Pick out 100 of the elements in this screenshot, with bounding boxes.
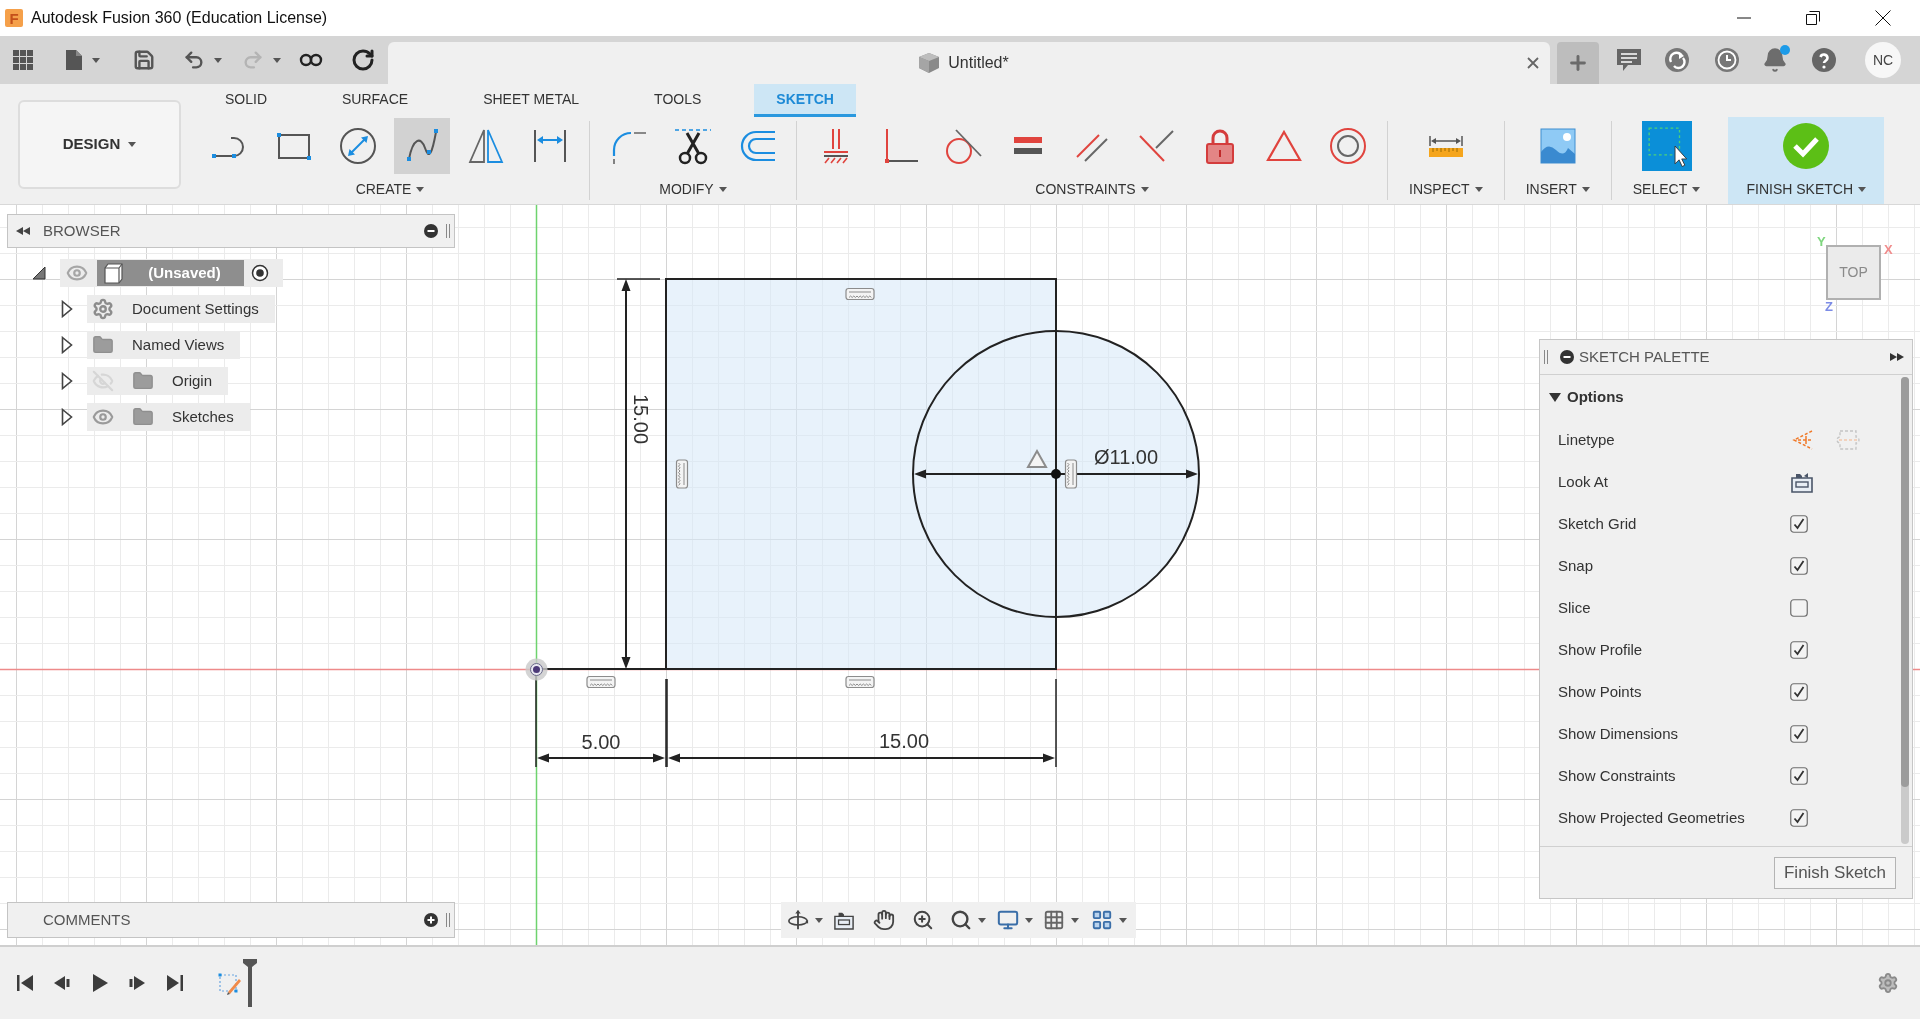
viewports-button[interactable] xyxy=(1091,909,1127,931)
grip-handle-icon[interactable] xyxy=(1544,350,1548,364)
folder-icon xyxy=(132,406,154,428)
settings-icon[interactable] xyxy=(1877,972,1899,994)
selection-box-icon xyxy=(1641,121,1692,171)
origin-marker-icon[interactable] xyxy=(525,658,548,681)
ribbon-tab[interactable]: SOLID xyxy=(203,84,289,117)
checkbox[interactable] xyxy=(1790,725,1808,743)
grip-handle-icon[interactable] xyxy=(446,224,450,238)
checkbox[interactable] xyxy=(1790,641,1808,659)
center-point[interactable] xyxy=(1051,469,1061,479)
collapsed-triangle-icon[interactable] xyxy=(61,300,73,318)
hand-icon xyxy=(873,909,895,931)
group-menu-button[interactable]: INSPECT xyxy=(1399,179,1493,200)
new-tab-button[interactable] xyxy=(1557,42,1599,84)
file-icon xyxy=(65,49,83,71)
plus-circle-icon[interactable] xyxy=(424,913,438,927)
play-icon[interactable] xyxy=(91,973,109,993)
user-avatar[interactable]: NC xyxy=(1865,42,1901,78)
double-right-arrow-icon[interactable] xyxy=(1890,353,1904,361)
checkbox[interactable] xyxy=(1790,557,1808,575)
dimension-value[interactable]: 5.00 xyxy=(581,731,621,753)
look-at-box-icon[interactable] xyxy=(1790,471,1814,493)
look-at-box-icon xyxy=(833,910,855,930)
view-cube-face-label: TOP xyxy=(1839,263,1868,282)
four-panes-icon xyxy=(1091,909,1113,931)
checkbox[interactable] xyxy=(1790,767,1808,785)
skip-to-end-icon[interactable] xyxy=(166,974,184,992)
caret-icon xyxy=(1474,187,1483,192)
checkbox[interactable] xyxy=(1790,683,1808,701)
caret-icon xyxy=(815,917,823,923)
checkbox[interactable] xyxy=(1790,599,1808,617)
look-at-button[interactable] xyxy=(833,910,855,930)
minus-circle-icon[interactable] xyxy=(1560,350,1574,364)
undo-button[interactable] xyxy=(183,49,222,71)
option-label: Snap xyxy=(1558,555,1594,576)
sketch-circle[interactable] xyxy=(912,330,1200,618)
group-menu-button[interactable]: SELECT xyxy=(1622,179,1711,200)
finish-sketch-button[interactable]: Finish Sketch xyxy=(1774,856,1896,889)
ribbon-tab[interactable]: SURFACE xyxy=(320,84,431,117)
section-header[interactable]: Options xyxy=(1540,375,1897,419)
group-menu-button[interactable]: INSERT xyxy=(1515,179,1600,200)
workspace-menu-button[interactable]: DESIGN xyxy=(18,99,181,189)
bell-icon[interactable] xyxy=(1762,47,1788,73)
apps-grid-icon xyxy=(13,50,33,70)
group-menu-button[interactable]: FINISH SKETCH xyxy=(1736,179,1877,200)
expanded-triangle-icon[interactable] xyxy=(32,266,46,280)
step-forward-icon[interactable] xyxy=(128,974,146,992)
timeline-marker-icon[interactable] xyxy=(243,959,257,1007)
tree-row[interactable]: Sketches xyxy=(87,403,250,431)
checkbox[interactable] xyxy=(1790,515,1808,533)
refresh-button[interactable] xyxy=(351,48,375,72)
dimension-value[interactable]: Ø11.00 xyxy=(1093,446,1159,468)
zoom-button[interactable] xyxy=(950,909,986,931)
close-tab-icon[interactable] xyxy=(1527,57,1539,69)
caret-icon xyxy=(718,187,727,192)
grip-handle-icon[interactable] xyxy=(446,913,450,927)
orbit-button[interactable] xyxy=(787,909,823,931)
pan-button[interactable] xyxy=(873,909,895,931)
clock-icon[interactable] xyxy=(1714,47,1740,73)
speech-bubble-icon[interactable] xyxy=(1616,48,1642,72)
axis-label: X xyxy=(1884,243,1893,256)
tree-row[interactable]: Named Views xyxy=(87,331,241,359)
grid-settings-button[interactable] xyxy=(1043,909,1079,931)
display-settings-button[interactable] xyxy=(997,909,1033,931)
restore-icon[interactable] xyxy=(1806,11,1820,25)
zoom-window-button[interactable] xyxy=(912,909,934,931)
collapsed-triangle-icon[interactable] xyxy=(61,372,73,390)
ribbon-tab[interactable]: SHEET METAL xyxy=(461,84,602,117)
group-menu-button[interactable]: CREATE xyxy=(345,179,435,200)
tree-row[interactable]: Document Settings xyxy=(87,295,275,323)
document-title[interactable]: Untitled* xyxy=(948,51,1009,75)
app-logo: F xyxy=(5,9,23,27)
tree-row[interactable]: Origin xyxy=(87,367,228,395)
collapsed-triangle-icon[interactable] xyxy=(61,408,73,426)
step-back-icon[interactable] xyxy=(53,974,71,992)
dimension-value[interactable]: 15.00 xyxy=(630,393,652,445)
ribbon-tab[interactable]: TOOLS xyxy=(632,84,724,117)
apps-button[interactable] xyxy=(13,50,33,70)
caret-icon xyxy=(1071,917,1079,923)
help-icon[interactable] xyxy=(1811,47,1837,73)
sync-circle-icon[interactable] xyxy=(1664,47,1690,73)
group-menu-button[interactable]: MODIFY xyxy=(649,179,737,200)
sketch-rectangle[interactable] xyxy=(665,278,1057,670)
skip-to-start-icon[interactable] xyxy=(16,974,34,992)
box-icon xyxy=(918,52,941,74)
minus-circle-icon[interactable] xyxy=(424,224,438,238)
double-left-arrow-icon[interactable] xyxy=(16,227,30,235)
tree-item-label: Named Views xyxy=(132,334,225,355)
collapsed-triangle-icon[interactable] xyxy=(61,336,73,354)
file-menu-button[interactable] xyxy=(65,49,100,71)
close-icon[interactable] xyxy=(1875,10,1891,26)
group-menu-button[interactable]: CONSTRAINTS xyxy=(1025,179,1159,200)
dimension-value[interactable]: 15.00 xyxy=(878,730,930,752)
checkbox[interactable] xyxy=(1790,809,1808,827)
option-label: Show Profile xyxy=(1558,639,1643,660)
sketch-profile[interactable] xyxy=(666,279,1199,669)
radio-target-icon[interactable] xyxy=(251,264,269,282)
linked-rings-button[interactable] xyxy=(299,53,323,67)
save-button[interactable] xyxy=(133,49,155,71)
